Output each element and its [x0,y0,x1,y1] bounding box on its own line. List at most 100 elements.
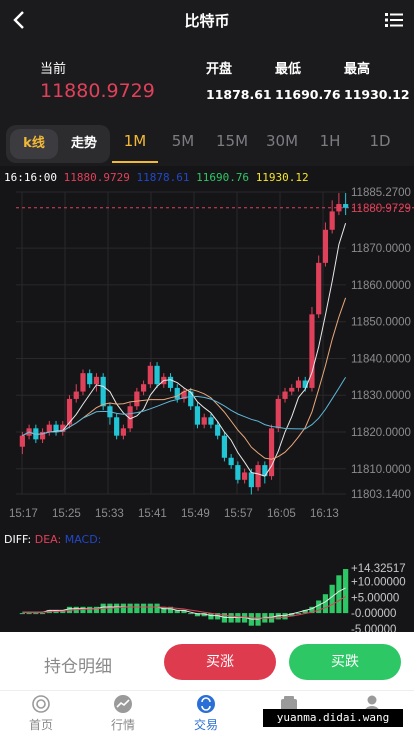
macd-diff-line [22,587,346,620]
buy-down-button[interactable]: 买跌 [289,644,401,680]
candle-body [235,465,241,480]
back-icon[interactable] [8,8,32,32]
ohlc-readout: 16:16:00 11880.9729 11878.61 11690.76 11… [4,171,309,184]
price-axis-label: 11860.0000 [351,280,411,292]
chart-mode-toggle: k线 走势 [6,125,110,163]
nav-home[interactable]: 首页 [0,691,82,736]
ohlc-open: 11878.61 [136,171,190,184]
timeframe-30m[interactable]: 30M [259,132,305,150]
candle-body [19,435,25,447]
price-axis-label: 11820.0000 [351,427,411,439]
candle-body [120,428,126,436]
page-title: 比特币 [184,11,230,30]
timeframe-15m[interactable]: 15M [209,132,255,150]
macd-macd-label: MACD: [64,533,102,546]
macd-bar [329,584,335,614]
macd-bar [26,613,32,615]
candle-body [208,417,214,425]
timeframe-1d[interactable]: 1D [357,132,403,150]
candle-body [343,204,349,208]
macd-bar [127,603,133,614]
candle-body [93,376,100,385]
home-icon [31,694,51,714]
candle-body [174,387,180,399]
price-axis-label: 11803.1400 [351,489,411,501]
chart-svg: 15:17 15:25 15:33 15:41 15:49 15:57 16:05 16:13… [9,187,414,632]
high-value: 11930.12 [344,87,410,102]
candle-body [336,204,342,212]
macd-bar [19,613,25,615]
candle-body [201,417,207,425]
time-axis-label: 16:13 [310,508,339,520]
macd-bar [316,600,322,614]
timeframe-5m[interactable]: 5M [160,132,206,150]
price-axis-label: 11840.0000 [351,353,411,365]
nav-trade-label: 交易 [193,718,218,732]
macd-bar [134,603,140,614]
trade-action-bar: 持仓明细 买涨 买跌 [0,632,414,690]
candle-body [100,376,106,407]
watermark-text: yuanma.didai.wang [263,709,403,727]
macd-bar [343,569,349,614]
price-axis-label: 11850.0000 [351,317,411,329]
ohlc-time: 16:16:00 [4,171,57,184]
open-stat: 开盘 11878.61 [206,58,272,102]
time-axis-label: 15:33 [95,508,124,520]
position-details-link[interactable]: 持仓明细 [44,652,112,677]
trade-icon [196,694,216,714]
candle-body [167,376,174,388]
current-price: 11880.9729 [40,80,155,102]
time-axis-label: 15:17 [9,508,38,520]
nav-trade[interactable]: 交易 [165,691,247,736]
time-axis-label: 15:57 [224,508,253,520]
macd-diff-label: DIFF: [4,533,32,546]
candle-body [188,391,194,407]
macd-bar [208,613,214,620]
ohlc-high: 11930.12 [255,171,309,184]
tab-trend[interactable]: 走势 [60,129,108,159]
timeframe-1h[interactable]: 1H [307,132,353,150]
candle-body [73,391,79,399]
timeframe-1m[interactable]: 1M [112,132,158,150]
candle-body [228,457,234,466]
candle-body [329,211,335,230]
candle-body [248,472,254,488]
price-axis-label: 11830.0000 [351,390,411,402]
high-label: 最高 [344,62,371,77]
candle-body [154,365,160,385]
candle-body [221,435,228,458]
macd-bar [188,613,194,615]
macd-bar [87,606,93,614]
time-axis-label: 15:25 [52,508,81,520]
candle-body [215,424,221,436]
active-tab-indicator [112,161,158,163]
candle-body [295,380,302,388]
quote-summary: 当前 11880.9729 开盘 11878.61 最低 11690.76 最高… [0,40,414,118]
macd-bar [322,594,329,614]
macd-axis-label: +5.00000 [351,592,399,604]
ohlc-low: 11690.76 [196,171,250,184]
price-axis-label: 11885.2700 [351,187,411,199]
open-label: 开盘 [206,62,233,77]
candle-body [114,417,120,436]
buy-up-button[interactable]: 买涨 [164,644,276,680]
tab-kline[interactable]: k线 [10,129,58,159]
macd-bar [336,575,342,614]
candle-body [275,398,281,429]
nav-market-label: 行情 [110,718,135,732]
time-axis-label: 15:49 [181,508,210,520]
candle-body [87,373,93,385]
list-menu-icon[interactable] [384,10,404,30]
nav-market[interactable]: 行情 [82,691,164,736]
price-axis-label: 11870.0000 [351,243,411,255]
low-stat: 最低 11690.76 [275,58,341,102]
candle-body [282,391,288,399]
chart-tabs: k线 走势 1M 5M 15M 30M 1H 1D [0,122,414,166]
time-axis-label: 16:05 [267,508,296,520]
macd-axis-label: +10.00000 [351,577,406,589]
candle-body [134,391,140,407]
macd-dea-label: DEA: [34,533,62,546]
header-bar: 比特币 [0,0,414,40]
low-value: 11690.76 [275,87,341,102]
kline-chart[interactable]: 15:17 15:25 15:33 15:41 15:49 15:57 16:05 16:13… [0,166,414,632]
